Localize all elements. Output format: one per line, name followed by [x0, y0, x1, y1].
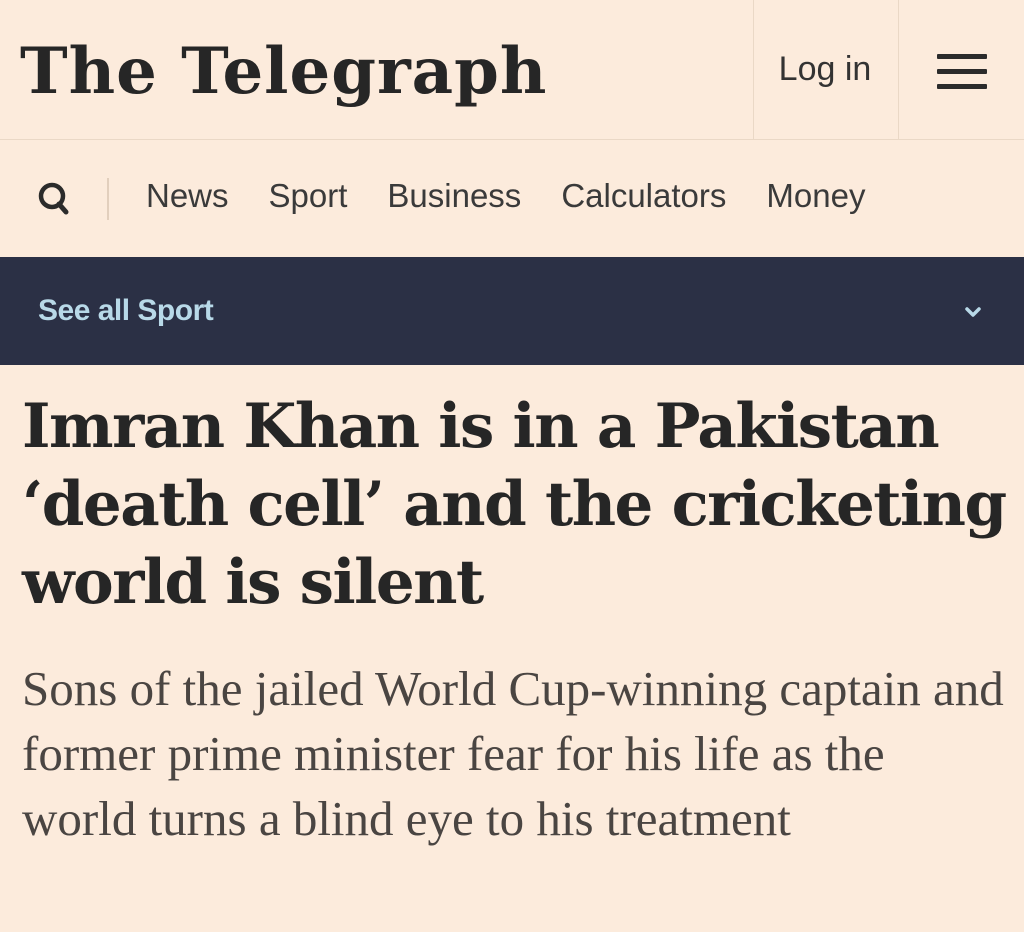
nav-item-money[interactable]: Money: [766, 170, 865, 222]
article-standfirst: Sons of the jailed World Cup-winning cap…: [22, 661, 1004, 846]
header-divider: [898, 0, 899, 140]
page: The Telegraph Log in News Sport Business…: [0, 0, 1024, 932]
nav-item-sport[interactable]: Sport: [269, 170, 348, 222]
nav-item-business[interactable]: Business: [387, 170, 521, 222]
search-icon[interactable]: [34, 178, 78, 222]
nav-item-news[interactable]: News: [146, 170, 229, 222]
nav-items: News Sport Business Calculators Money: [146, 170, 865, 222]
section-dropdown[interactable]: See all Sport: [0, 257, 1024, 365]
nav-scroll-fade: [934, 140, 1024, 256]
login-button[interactable]: Log in: [760, 44, 890, 94]
hamburger-menu-icon[interactable]: [925, 46, 1001, 96]
nav-divider: [107, 178, 109, 220]
primary-nav: News Sport Business Calculators Money: [0, 140, 1024, 256]
header-divider: [753, 0, 754, 140]
nav-item-calculators[interactable]: Calculators: [561, 170, 726, 222]
telegraph-logo[interactable]: The Telegraph: [20, 32, 547, 112]
article-headline: Imran Khan is in a Pakistan ‘death cell’…: [22, 391, 1007, 618]
section-dropdown-label: See all Sport: [38, 294, 214, 327]
chevron-down-icon[interactable]: [958, 297, 988, 327]
masthead: The Telegraph Log in: [0, 0, 1024, 140]
